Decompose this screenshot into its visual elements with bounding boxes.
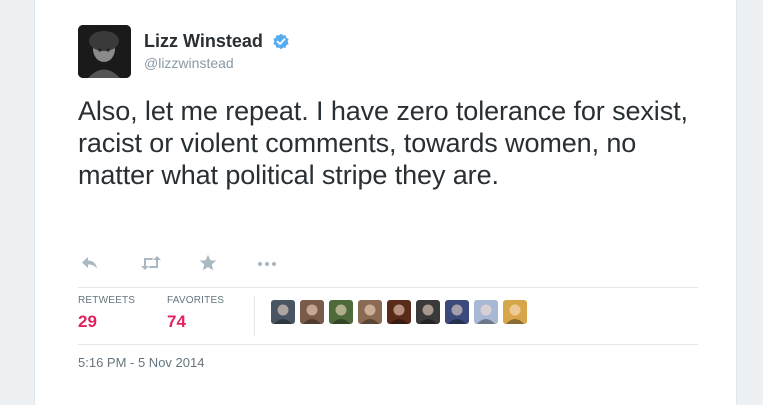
more-icon <box>257 261 277 267</box>
reply-button[interactable] <box>80 254 106 274</box>
favoriter-avatar-1[interactable] <box>271 300 295 324</box>
tweet-timestamp[interactable]: 5:16 PM - 5 Nov 2014 <box>78 355 204 370</box>
favorite-button[interactable] <box>198 254 224 274</box>
retweet-button[interactable] <box>139 254 165 274</box>
favoriter-avatar-9[interactable] <box>503 300 527 324</box>
favoriter-avatar-7[interactable] <box>445 300 469 324</box>
favorites-stat[interactable]: FAVORITES 74 <box>167 295 224 332</box>
user-avatar[interactable] <box>78 25 131 78</box>
tweet-text: Also, let me repeat. I have zero toleran… <box>78 96 688 190</box>
user-full-name[interactable]: Lizz Winstead <box>144 31 263 52</box>
favoriter-avatar-2[interactable] <box>300 300 324 324</box>
tweet-card: Lizz Winstead @lizzwinstead Also, let me… <box>34 0 737 405</box>
favoriter-avatar-5[interactable] <box>387 300 411 324</box>
tweet-actions <box>80 254 380 276</box>
user-handle[interactable]: @lizzwinstead <box>144 55 290 71</box>
verified-badge-icon <box>273 33 289 49</box>
favoriter-avatar-4[interactable] <box>358 300 382 324</box>
tweet-header: Lizz Winstead @lizzwinstead <box>78 25 678 79</box>
user-names: Lizz Winstead @lizzwinstead <box>144 31 290 71</box>
favoriter-avatar-3[interactable] <box>329 300 353 324</box>
retweets-count: 29 <box>78 312 97 331</box>
star-icon <box>199 254 217 271</box>
favorites-label: FAVORITES <box>167 295 225 306</box>
retweets-label: RETWEETS <box>78 295 136 306</box>
reply-icon <box>82 257 97 269</box>
tweet-stats: RETWEETS 29 FAVORITES 74 <box>78 287 698 345</box>
retweets-stat[interactable]: RETWEETS 29 <box>78 295 135 332</box>
stats-divider <box>254 296 255 336</box>
favoriter-avatar-8[interactable] <box>474 300 498 324</box>
more-button[interactable] <box>256 254 282 274</box>
favoriter-avatar-6[interactable] <box>416 300 440 324</box>
favorites-count: 74 <box>167 312 186 331</box>
retweet-icon <box>141 256 161 270</box>
